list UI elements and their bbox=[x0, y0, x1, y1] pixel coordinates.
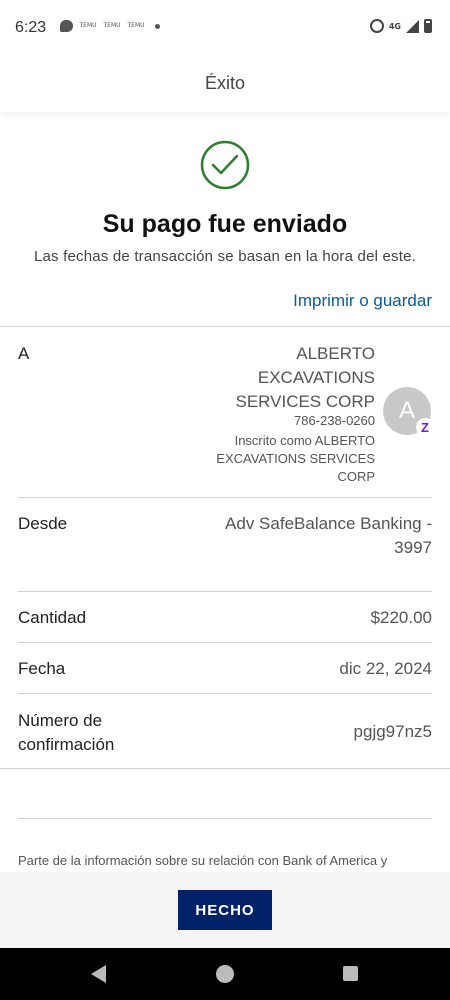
divider bbox=[18, 497, 432, 498]
notification-icons: TEMU TEMU TEMU bbox=[60, 20, 160, 32]
footer: HECHO bbox=[0, 872, 450, 948]
signal-icon bbox=[406, 19, 419, 33]
battery-icon bbox=[424, 19, 432, 33]
from-label: Desde bbox=[18, 514, 68, 533]
success-headline: Su pago fue enviado bbox=[102, 210, 348, 238]
amount-value: $220.00 bbox=[370, 608, 432, 627]
disclaimer-text: Parte de la información sobre su relació… bbox=[18, 853, 388, 868]
system-nav-bar bbox=[0, 948, 450, 1000]
divider bbox=[18, 591, 432, 592]
date-value: dic 22, 2024 bbox=[339, 659, 432, 678]
amount-label: Cantidad bbox=[18, 608, 87, 627]
to-label: A bbox=[18, 344, 30, 363]
zelle-icon: Z bbox=[416, 418, 434, 436]
from-account: Adv SafeBalance Banking - 3997 bbox=[225, 514, 432, 557]
check-circle-icon bbox=[200, 140, 250, 190]
status-time: 6:23 bbox=[15, 19, 47, 36]
system-icons: 4G bbox=[369, 19, 432, 33]
temu-notification-icon: TEMU bbox=[103, 22, 121, 29]
network-type: 4G bbox=[388, 21, 401, 31]
recipient-enrolled-as: Inscrito como ALBERTO EXCAVATIONS SERVIC… bbox=[216, 433, 375, 484]
page-header: Éxito bbox=[0, 56, 450, 112]
recent-apps-icon[interactable] bbox=[343, 966, 358, 981]
page-title: Éxito bbox=[204, 73, 246, 93]
chat-bubble-icon bbox=[60, 20, 73, 32]
home-icon[interactable] bbox=[216, 965, 234, 983]
print-or-save-link[interactable]: Imprimir o guardar bbox=[293, 291, 432, 311]
alarm-icon bbox=[369, 19, 384, 33]
done-button[interactable]: HECHO bbox=[178, 890, 272, 930]
recipient-phone: 786-238-0260 bbox=[294, 413, 375, 428]
temu-notification-icon: TEMU bbox=[79, 22, 97, 29]
divider bbox=[0, 768, 450, 769]
more-notifications-dot-icon bbox=[155, 23, 160, 29]
recipient-name: ALBERTO EXCAVATIONS SERVICES CORP bbox=[235, 344, 375, 411]
divider bbox=[18, 693, 432, 694]
timezone-note: Las fechas de transacción se basan en la… bbox=[33, 248, 417, 265]
confirmation-label: Número de confirmación bbox=[18, 711, 115, 754]
divider bbox=[0, 326, 450, 327]
status-bar: 6:23 TEMU TEMU TEMU 4G bbox=[0, 0, 450, 56]
date-label: Fecha bbox=[18, 659, 66, 678]
divider bbox=[18, 642, 432, 643]
divider bbox=[18, 818, 432, 819]
confirmation-number: pgjg97nz5 bbox=[353, 722, 432, 741]
temu-notification-icon: TEMU bbox=[127, 22, 145, 29]
back-icon[interactable] bbox=[91, 965, 106, 983]
